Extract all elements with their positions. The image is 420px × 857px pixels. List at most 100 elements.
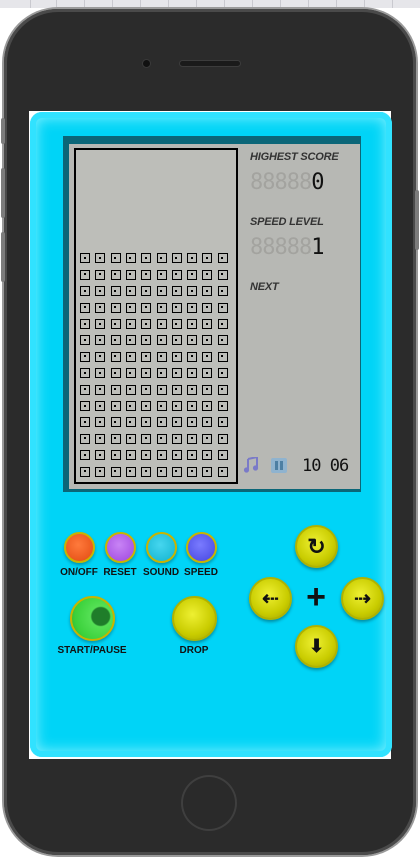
pause-icon xyxy=(271,458,287,473)
board-block xyxy=(141,335,152,346)
reset-button[interactable] xyxy=(105,532,136,563)
board-block xyxy=(95,253,106,264)
speed-level-ghost-digits: 88888 xyxy=(250,235,312,260)
speed-button[interactable] xyxy=(186,532,217,563)
front-camera xyxy=(143,60,150,67)
board-block xyxy=(171,302,182,313)
board-block xyxy=(171,368,182,379)
drop-button[interactable] xyxy=(172,596,217,641)
rotate-button[interactable]: ↻ xyxy=(295,525,338,568)
board-block xyxy=(110,319,121,329)
board-block xyxy=(141,450,152,461)
board-block xyxy=(171,466,182,477)
board-block xyxy=(80,368,90,379)
board-block xyxy=(110,384,121,395)
board-block xyxy=(217,335,228,346)
left-button[interactable]: ⇠ xyxy=(249,577,292,620)
board-block xyxy=(110,302,121,313)
board-block xyxy=(202,351,213,362)
board-block xyxy=(80,450,90,461)
board-block xyxy=(141,286,152,297)
board-block xyxy=(80,433,90,444)
board-block xyxy=(156,384,167,395)
board-block xyxy=(125,351,136,362)
board-block xyxy=(217,351,228,362)
rotate-icon: ↻ xyxy=(307,533,326,559)
board-block xyxy=(171,286,182,297)
board-block xyxy=(110,417,121,428)
board-block xyxy=(141,319,152,329)
board-block xyxy=(80,269,90,280)
board-block xyxy=(202,433,213,444)
board-block xyxy=(217,401,228,411)
board-block xyxy=(110,269,121,280)
board-block xyxy=(110,450,121,461)
home-button[interactable] xyxy=(181,775,237,831)
board-block xyxy=(202,269,213,280)
board-block xyxy=(95,335,106,346)
board-block xyxy=(156,286,167,297)
board-block xyxy=(187,335,198,346)
board-block xyxy=(125,466,136,477)
board-block xyxy=(202,466,213,477)
board-block xyxy=(156,368,167,379)
board-block xyxy=(187,466,198,477)
board-block xyxy=(141,302,152,313)
board-block xyxy=(95,450,106,461)
sound-button[interactable] xyxy=(146,532,177,563)
board-block xyxy=(80,401,90,411)
board-block xyxy=(171,417,182,428)
next-label: NEXT xyxy=(250,281,279,293)
board-block xyxy=(171,450,182,461)
earpiece-speaker xyxy=(180,61,240,66)
board-block xyxy=(125,450,136,461)
down-button[interactable]: ⬇ xyxy=(295,625,338,668)
board-block xyxy=(156,351,167,362)
drop-label: DROP xyxy=(179,645,209,656)
board-block xyxy=(217,253,228,264)
start-pause-button[interactable] xyxy=(70,596,115,641)
board-block xyxy=(217,384,228,395)
right-arrow-icon: ⇢ xyxy=(354,588,371,610)
board-block xyxy=(202,335,213,346)
phone-volume-down xyxy=(1,232,5,282)
board-block xyxy=(110,368,121,379)
board-block xyxy=(95,384,106,395)
board-block xyxy=(171,335,182,346)
board-block xyxy=(141,466,152,477)
board-block xyxy=(187,253,198,264)
board-block xyxy=(141,417,152,428)
board-block xyxy=(110,401,121,411)
board-block xyxy=(95,368,106,379)
browser-top-strip xyxy=(0,0,420,8)
board-block xyxy=(95,466,106,477)
board-block xyxy=(125,368,136,379)
board-block xyxy=(125,401,136,411)
board-block xyxy=(217,466,228,477)
board-block xyxy=(156,450,167,461)
board-block xyxy=(141,401,152,411)
board-block xyxy=(171,384,182,395)
speed-label: SPEED xyxy=(184,567,218,578)
right-button[interactable]: ⇢ xyxy=(341,577,384,620)
board-block xyxy=(217,302,228,313)
board-block xyxy=(110,351,121,362)
board-block xyxy=(125,417,136,428)
board-block xyxy=(110,253,121,264)
board-block xyxy=(156,269,167,280)
board-block xyxy=(171,253,182,264)
start-pause-label: START/PAUSE xyxy=(57,645,127,656)
board-block xyxy=(141,384,152,395)
on-off-button[interactable] xyxy=(64,532,95,563)
board-block xyxy=(156,319,167,329)
board-block xyxy=(80,319,90,329)
board-block xyxy=(202,302,213,313)
board-block xyxy=(156,253,167,264)
board-block xyxy=(80,351,90,362)
board-block xyxy=(156,401,167,411)
sound-label: SOUND xyxy=(142,567,180,578)
board-block xyxy=(110,466,121,477)
board-block xyxy=(202,253,213,264)
board-block xyxy=(187,417,198,428)
board-block xyxy=(217,286,228,297)
